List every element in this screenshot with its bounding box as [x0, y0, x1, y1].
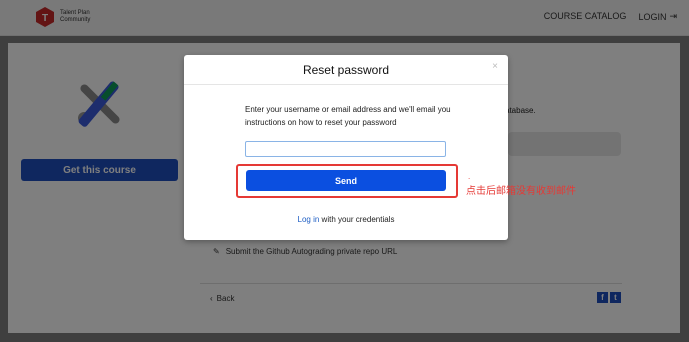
send-button[interactable]: Send [246, 170, 446, 191]
login-line: Log in with your credentials [184, 215, 508, 224]
modal-description: Enter your username or email address and… [245, 105, 451, 127]
annotation-dot: . [468, 172, 471, 181]
modal-title: Reset password [302, 63, 390, 77]
modal-header: Reset password × [184, 55, 508, 85]
login-link[interactable]: Log in [298, 215, 320, 224]
username-email-input[interactable] [245, 141, 446, 157]
annotation-text: 点击后邮箱没有收到邮件 [466, 186, 576, 197]
close-icon[interactable]: × [492, 61, 498, 72]
reset-password-modal: Reset password × Enter your username or … [184, 55, 508, 240]
login-suffix: with your credentials [319, 215, 395, 224]
